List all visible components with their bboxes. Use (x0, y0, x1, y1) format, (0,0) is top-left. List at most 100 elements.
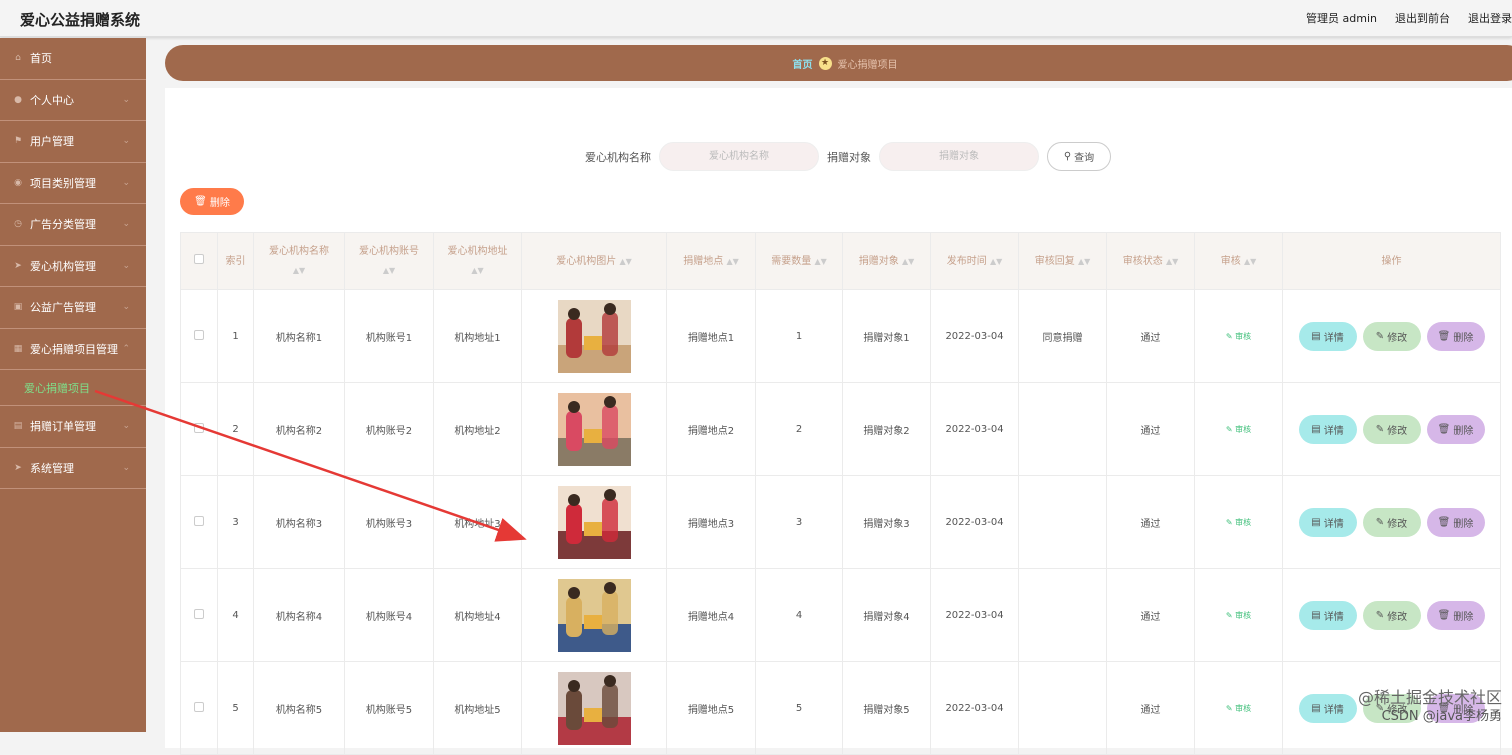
sidebar-item-personal-center[interactable]: ● 个人中心 ⌄ (0, 80, 146, 122)
trash-icon: 🗑 (1438, 517, 1451, 528)
org-image[interactable] (558, 579, 631, 652)
column-header[interactable]: 审核状态 ▲▼ (1107, 233, 1195, 290)
delete-button[interactable]: 🗑删除 (1427, 508, 1485, 537)
reply-cell (1019, 383, 1107, 476)
table-row[interactable]: 4 机构名称4 机构账号4 机构地址4 捐赠地点4 4 捐赠对象4 2022-0… (181, 569, 1501, 662)
trash-icon: 🗑 (194, 196, 207, 207)
row-actions: ▤详情 ✎修改 🗑删除 (1283, 508, 1500, 537)
row-checkbox[interactable] (194, 702, 204, 712)
audit-cell: ✎ 审核 (1195, 662, 1283, 755)
org-image[interactable] (558, 486, 631, 559)
row-checkbox[interactable] (194, 330, 204, 340)
detail-button[interactable]: ▤详情 (1299, 601, 1357, 630)
org-image-cell (522, 662, 667, 755)
audit-link[interactable]: ✎ 审核 (1226, 518, 1251, 527)
delete-button[interactable]: 🗑删除 (1427, 601, 1485, 630)
sidebar-item-project-categories[interactable]: ◉ 项目类别管理 ⌄ (0, 163, 146, 205)
detail-button[interactable]: ▤详情 (1299, 508, 1357, 537)
place-cell: 捐赠地点4 (667, 569, 756, 662)
column-header[interactable]: 捐赠对象 ▲▼ (843, 233, 931, 290)
org-image[interactable] (558, 672, 631, 745)
org-image[interactable] (558, 393, 631, 466)
row-checkbox[interactable] (194, 516, 204, 526)
target-input[interactable] (879, 142, 1039, 171)
select-all-checkbox[interactable] (194, 254, 204, 264)
row-checkbox[interactable] (194, 609, 204, 619)
detail-button[interactable]: ▤详情 (1299, 694, 1357, 723)
search-bar: 爱心机构名称 捐赠对象 ⚲ 查询 (585, 142, 1111, 171)
audit-cell: ✎ 审核 (1195, 383, 1283, 476)
org-name-input[interactable] (659, 142, 819, 171)
row-select-cell (181, 662, 218, 755)
audit-link[interactable]: ✎ 审核 (1226, 611, 1251, 620)
table-row[interactable]: 2 机构名称2 机构账号2 机构地址2 捐赠地点2 2 捐赠对象2 2022-0… (181, 383, 1501, 476)
table-row[interactable]: 5 机构名称5 机构账号5 机构地址5 捐赠地点5 5 捐赠对象5 2022-0… (181, 662, 1501, 755)
delete-button[interactable]: 🗑删除 (1427, 415, 1485, 444)
sort-icon: ▲▼ (726, 257, 738, 266)
column-header[interactable]: 捐赠地点 ▲▼ (667, 233, 756, 290)
row-select-cell (181, 383, 218, 476)
org-name-label: 爱心机构名称 (585, 149, 651, 165)
sidebar-item-donation-projects[interactable]: ▦ 爱心捐赠项目管理 ⌃ (0, 329, 146, 371)
column-header[interactable]: 需要数量 ▲▼ (756, 233, 843, 290)
sort-icon: ▲▼ (293, 266, 305, 275)
grid-icon: ▦ (12, 344, 24, 354)
table-row[interactable]: 3 机构名称3 机构账号3 机构地址3 捐赠地点3 3 捐赠对象3 2022-0… (181, 476, 1501, 569)
pen-icon: ✎ (1376, 331, 1384, 342)
sidebar-item-system[interactable]: ➤ 系统管理 ⌄ (0, 448, 146, 490)
sidebar-subitem-donation-project[interactable]: 爱心捐赠项目 (0, 370, 146, 406)
doc-icon: ▤ (12, 421, 24, 431)
reply-cell: 同意捐赠 (1019, 290, 1107, 383)
breadcrumb-home[interactable]: 首页 (793, 56, 813, 71)
audit-label: 审核 (1235, 425, 1251, 434)
breadcrumb: 首页 ★ 爱心捐赠项目 (165, 45, 1512, 81)
chevron-up-icon: ⌃ (122, 344, 130, 354)
audit-link[interactable]: ✎ 审核 (1226, 425, 1251, 434)
table-row[interactable]: 1 机构名称1 机构账号1 机构地址1 捐赠地点1 1 捐赠对象1 2022-0… (181, 290, 1501, 383)
column-header[interactable]: 发布时间 ▲▼ (931, 233, 1019, 290)
batch-delete-button[interactable]: 🗑 删除 (180, 188, 244, 215)
org-image[interactable] (558, 300, 631, 373)
column-header[interactable]: 爱心机构名称▲▼ (254, 233, 345, 290)
delete-button[interactable]: 🗑删除 (1427, 322, 1485, 351)
reply-cell (1019, 569, 1107, 662)
edit-button[interactable]: ✎修改 (1363, 601, 1421, 630)
delete-label: 删除 (1453, 608, 1473, 623)
back-front-link[interactable]: 退出到前台 (1395, 10, 1450, 26)
main-area: 首页 ★ 爱心捐赠项目 爱心机构名称 捐赠对象 ⚲ 查询 🗑 删除 (146, 38, 1512, 732)
sidebar-item-public-ads[interactable]: ▣ 公益广告管理 ⌄ (0, 287, 146, 329)
sidebar-item-users[interactable]: ⚑ 用户管理 ⌄ (0, 121, 146, 163)
place-cell: 捐赠地点3 (667, 476, 756, 569)
quantity-cell: 3 (756, 476, 843, 569)
row-checkbox[interactable] (194, 423, 204, 433)
sidebar-item-donation-orders[interactable]: ▤ 捐赠订单管理 ⌄ (0, 406, 146, 448)
detail-label: 详情 (1324, 515, 1344, 530)
detail-button[interactable]: ▤详情 (1299, 322, 1357, 351)
actions-cell: ▤详情 ✎修改 🗑删除 (1283, 569, 1501, 662)
detail-button[interactable]: ▤详情 (1299, 415, 1357, 444)
column-header[interactable]: 审核 ▲▼ (1195, 233, 1283, 290)
reply-cell (1019, 476, 1107, 569)
audit-link[interactable]: ✎ 审核 (1226, 332, 1251, 341)
edit-button[interactable]: ✎修改 (1363, 508, 1421, 537)
query-button[interactable]: ⚲ 查询 (1047, 142, 1111, 171)
sidebar-item-home[interactable]: ⌂ 首页 (0, 38, 146, 80)
sidebar-item-ad-categories[interactable]: ◷ 广告分类管理 ⌄ (0, 204, 146, 246)
column-header[interactable]: 审核回复 ▲▼ (1019, 233, 1107, 290)
pen-icon: ✎ (1376, 610, 1384, 621)
audit-link[interactable]: ✎ 审核 (1226, 704, 1251, 713)
column-header[interactable]: 爱心机构图片 ▲▼ (522, 233, 667, 290)
target-cell: 捐赠对象3 (843, 476, 931, 569)
edit-button[interactable]: ✎修改 (1363, 415, 1421, 444)
sidebar: ⌂ 首页 ● 个人中心 ⌄ ⚑ 用户管理 ⌄ ◉ 项目类别管理 ⌄ ◷ 广告分类… (0, 38, 146, 732)
column-header[interactable]: 爱心机构账号▲▼ (345, 233, 434, 290)
org-name-cell: 机构名称2 (254, 383, 345, 476)
sidebar-item-organizations[interactable]: ➤ 爱心机构管理 ⌄ (0, 246, 146, 288)
logout-link[interactable]: 退出登录 (1468, 10, 1512, 26)
column-header[interactable]: 爱心机构地址▲▼ (434, 233, 522, 290)
edit-label: 修改 (1387, 608, 1407, 623)
edit-button[interactable]: ✎修改 (1363, 322, 1421, 351)
column-header[interactable]: 索引 (218, 233, 254, 290)
trash-icon: 🗑 (1438, 610, 1451, 621)
actions-cell: ▤详情 ✎修改 🗑删除 (1283, 383, 1501, 476)
